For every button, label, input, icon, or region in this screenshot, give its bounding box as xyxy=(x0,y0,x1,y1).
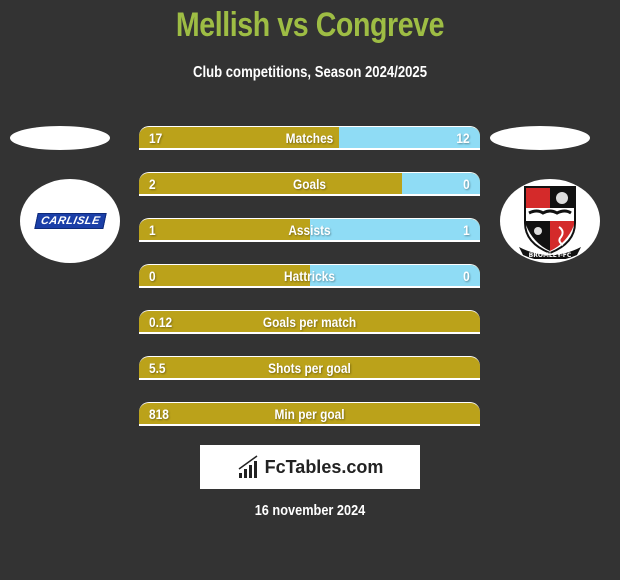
left-value: 5.5 xyxy=(149,360,166,376)
stat-label: Matches xyxy=(285,130,334,146)
right-value: 0 xyxy=(463,176,470,192)
stat-row-assists[interactable]: 1 Assists 1 xyxy=(139,218,480,242)
right-value: 1 xyxy=(463,222,470,238)
stat-row-matches[interactable]: 17 Matches 12 xyxy=(139,126,480,150)
svg-text:BROMLEY-FC: BROMLEY-FC xyxy=(529,252,572,259)
page-subtitle: Club competitions, Season 2024/2025 xyxy=(192,64,428,81)
right-value: 0 xyxy=(463,268,470,284)
stat-label: Hattricks xyxy=(284,268,335,284)
carlisle-logo-icon: CARLISLE xyxy=(33,213,107,229)
stat-row-shots-per-goal[interactable]: 5.5 Shots per goal xyxy=(139,356,480,380)
stat-row-hattricks[interactable]: 0 Hattricks 0 xyxy=(139,264,480,288)
stat-row-min-per-goal[interactable]: 818 Min per goal xyxy=(139,402,480,426)
stat-label: Min per goal xyxy=(274,406,345,422)
left-value: 1 xyxy=(149,222,156,238)
right-value: 12 xyxy=(456,130,470,146)
stat-label: Goals xyxy=(292,176,327,192)
right-team-oval xyxy=(490,126,590,150)
page-title: Mellish vs Congreve xyxy=(175,6,445,44)
stat-label: Shots per goal xyxy=(268,360,351,376)
stat-row-goals[interactable]: 2 Goals 0 xyxy=(139,172,480,196)
left-team-logo[interactable]: CARLISLE xyxy=(20,179,120,263)
left-team-oval xyxy=(10,126,110,150)
left-value: 2 xyxy=(149,176,156,192)
stat-label: Assists xyxy=(288,222,331,238)
fctables-brand[interactable]: FcTables.com xyxy=(200,445,420,489)
stat-label: Goals per match xyxy=(262,314,357,330)
left-value: 0 xyxy=(149,268,156,284)
brand-name: FcTables.com xyxy=(264,456,384,477)
bromley-crest-icon: BROMLEY-FC xyxy=(519,186,581,259)
stat-row-goals-per-match[interactable]: 0.12 Goals per match xyxy=(139,310,480,334)
bar-chart-icon xyxy=(238,455,258,478)
left-value: 17 xyxy=(149,130,163,146)
date-label: 16 november 2024 xyxy=(254,502,366,519)
right-team-logo[interactable]: BROMLEY-FC xyxy=(500,179,600,263)
